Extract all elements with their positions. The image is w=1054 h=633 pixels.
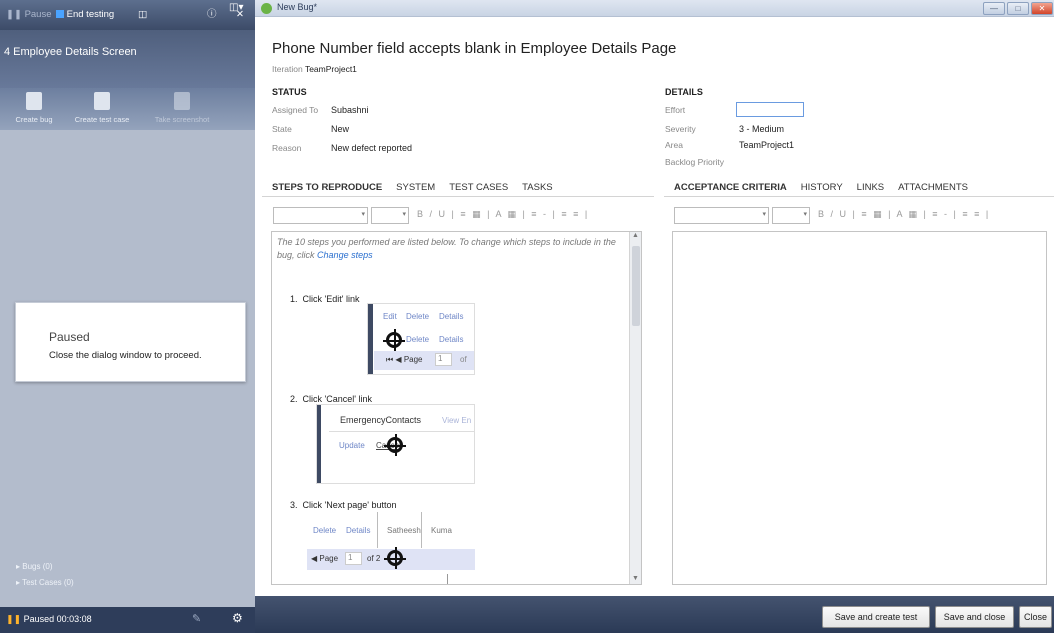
- click-cursor-icon: [384, 547, 406, 569]
- state-label: State: [272, 124, 292, 134]
- step-1: 1. Click 'Edit' link: [290, 294, 360, 304]
- status-bar: ❚❚ Paused 00:03:08 ✎ ⚙: [0, 607, 255, 633]
- bug-tab-icon: [261, 3, 272, 14]
- layout-icon[interactable]: ◫▾: [229, 2, 243, 13]
- close-button[interactable]: Close: [1019, 606, 1052, 628]
- pause-status: ❚❚ Paused 00:03:08: [6, 614, 92, 624]
- assigned-to-value[interactable]: Subashni: [331, 105, 369, 115]
- iteration-value[interactable]: TeamProject1: [305, 64, 357, 74]
- steps-toolbar: ▾ ▾ B / U | ≡ ▦ | A ▦ | ≡ - | ≡ ≡ |: [271, 204, 656, 230]
- click-cursor-icon: [383, 329, 405, 351]
- acceptance-criteria-editor[interactable]: [672, 231, 1047, 585]
- font-family-select[interactable]: ▾: [273, 207, 368, 224]
- window-tab[interactable]: New Bug*: [277, 2, 317, 12]
- runner-toolbar: ❚❚ Pause End testing ◫ ⓘ ✕: [0, 0, 255, 30]
- reason-value[interactable]: New defect reported: [331, 143, 412, 153]
- step-3-screenshot: Delete Details Satheesh Kuma ◀ Page 1 of…: [307, 512, 475, 584]
- help-icon[interactable]: ⓘ: [207, 0, 217, 30]
- tab-attachments[interactable]: ATTACHMENTS: [898, 182, 968, 193]
- runner-tools: Create bug Create test case Take screens…: [0, 88, 255, 130]
- criteria-font-family-select[interactable]: ▾: [674, 207, 769, 224]
- area-label: Area: [665, 140, 683, 150]
- reason-label: Reason: [272, 143, 302, 153]
- minimize-button[interactable]: —: [983, 2, 1005, 15]
- font-size-select[interactable]: ▾: [371, 207, 409, 224]
- effort-field[interactable]: [736, 102, 804, 117]
- test-runner-panel: ❚❚ Pause End testing ◫ ⓘ ✕ 4 Employee De…: [0, 0, 255, 633]
- paused-dialog: Paused Close the dialog window to procee…: [15, 302, 246, 382]
- step-1-screenshot: Edit Delete Details Delete Details ⏮ ◀ P…: [367, 303, 475, 375]
- save-and-close-button[interactable]: Save and close: [935, 606, 1014, 628]
- test-cases-link[interactable]: ▸ Test Cases (0): [16, 578, 74, 587]
- steps-scrollbar[interactable]: ▲ ▼: [629, 232, 641, 584]
- left-tab-bar: STEPS TO REPRODUCE SYSTEM TEST CASES TASKS: [272, 182, 567, 193]
- pen-icon[interactable]: ✎: [192, 612, 201, 625]
- backlog-priority-label: Backlog Priority: [665, 157, 725, 167]
- criteria-toolbar: ▾ ▾ B / U | ≡ ▦ | A ▦ | ≡ - | ≡ ≡ |: [672, 204, 1054, 230]
- paused-title: Paused: [49, 330, 90, 344]
- end-testing-button[interactable]: End testing: [56, 0, 114, 30]
- status-header: STATUS: [272, 87, 307, 97]
- window-titlebar: ◫▾ New Bug* — □ ✕: [229, 0, 1054, 17]
- create-bug-tool[interactable]: Create bug: [4, 88, 64, 130]
- tab-history[interactable]: HISTORY: [801, 182, 843, 193]
- create-bug-icon: [26, 92, 42, 110]
- create-test-case-tool[interactable]: Create test case: [72, 88, 132, 130]
- tab-acceptance-criteria[interactable]: ACCEPTANCE CRITERIA: [674, 182, 787, 193]
- create-test-case-icon: [94, 92, 110, 110]
- settings-icon[interactable]: ⚙: [232, 611, 243, 625]
- assigned-to-label: Assigned To: [272, 105, 319, 115]
- step-2: 2. Click 'Cancel' link: [290, 394, 372, 404]
- screenshot-tool[interactable]: Take screenshot: [152, 88, 212, 130]
- bug-title[interactable]: Phone Number field accepts blank in Empl…: [272, 40, 676, 57]
- paused-message: Close the dialog window to proceed.: [49, 350, 202, 361]
- format-buttons[interactable]: B / U | ≡ ▦ | A ▦ | ≡ - | ≡ ≡ |: [417, 209, 589, 220]
- save-and-create-test-button[interactable]: Save and create test: [822, 606, 930, 628]
- tab-system[interactable]: SYSTEM: [396, 182, 435, 193]
- effort-label: Effort: [665, 105, 686, 115]
- window-icon[interactable]: ◫: [138, 0, 147, 30]
- step-2-screenshot: EmergencyContacts View En Update Cancel: [316, 404, 475, 484]
- severity-value[interactable]: 3 - Medium: [739, 124, 784, 134]
- steps-editor[interactable]: The 10 steps you performed are listed be…: [271, 231, 642, 585]
- severity-label: Severity: [665, 124, 696, 134]
- step-3: 3. Click 'Next page' button: [290, 500, 397, 510]
- test-case-title: 4 Employee Details Screen: [0, 30, 255, 88]
- criteria-font-size-select[interactable]: ▾: [772, 207, 810, 224]
- steps-intro: The 10 steps you performed are listed be…: [277, 237, 616, 260]
- change-steps-link[interactable]: Change steps: [317, 250, 373, 260]
- close-window-button[interactable]: ✕: [1031, 2, 1053, 15]
- pause-button[interactable]: ❚❚ Pause: [6, 0, 52, 30]
- click-cursor-icon: [384, 434, 406, 456]
- details-header: DETAILS: [665, 87, 703, 97]
- bugs-link[interactable]: ▸ Bugs (0): [16, 562, 52, 571]
- maximize-button[interactable]: □: [1007, 2, 1029, 15]
- tab-links[interactable]: LINKS: [857, 182, 884, 193]
- iteration: Iteration TeamProject1: [272, 64, 357, 74]
- tab-tasks[interactable]: TASKS: [522, 182, 552, 193]
- right-tab-bar: ACCEPTANCE CRITERIA HISTORY LINKS ATTACHMEN…: [674, 182, 982, 193]
- area-value[interactable]: TeamProject1: [739, 140, 794, 150]
- state-value[interactable]: New: [331, 124, 349, 134]
- screenshot-icon: [174, 92, 190, 110]
- tab-steps-to-reproduce[interactable]: STEPS TO REPRODUCE: [272, 182, 382, 193]
- criteria-format-buttons[interactable]: B / U | ≡ ▦ | A ▦ | ≡ - | ≡ ≡ |: [818, 209, 990, 220]
- tab-test-cases[interactable]: TEST CASES: [449, 182, 508, 193]
